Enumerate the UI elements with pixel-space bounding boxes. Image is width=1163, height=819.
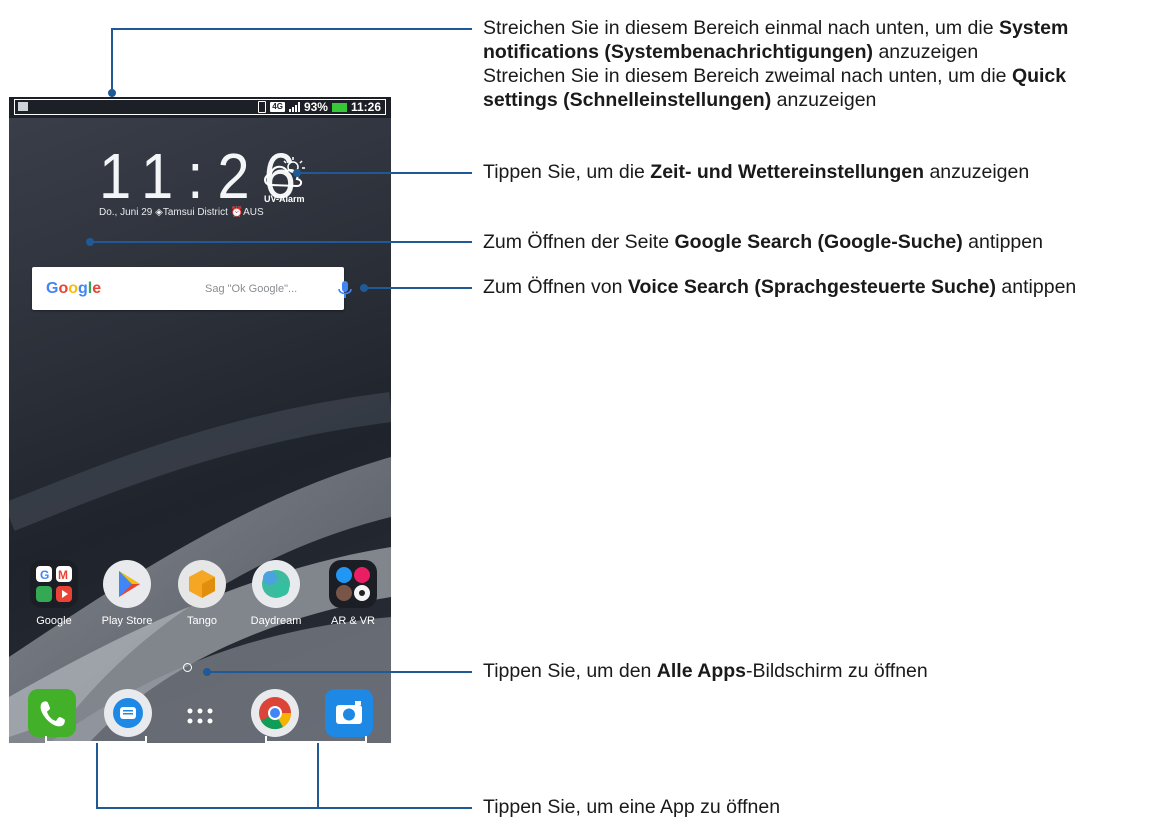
vibrate-icon [258,101,267,113]
phone-home-screen: 4G 93% 11:26 11:26 UV-Alarm Do., Juni 29… [9,97,391,743]
callout-text: Zum Öffnen von [483,276,628,298]
tango-icon [178,560,226,608]
callout-text: Streichen Sie in diesem Bereich zweimal … [483,65,1012,87]
play-store-icon [103,560,151,608]
google-search-bar[interactable]: Google Sag "Ok Google"... [32,267,352,310]
messages-icon[interactable] [104,689,152,737]
callout-google-search: Zum Öffnen der Seite Google Search (Goog… [483,230,1043,254]
callout-voice-search: Zum Öffnen von Voice Search (Sprachgeste… [483,275,1076,299]
app-google-folder[interactable]: G M Google [19,560,89,627]
callout-text: anzuzeigen [873,41,979,63]
callout-bold: Zeit- und Wettereinstellungen [650,161,925,183]
callout-text: Zum Öffnen der Seite [483,231,675,253]
date-location-line: Do., Juni 29 ◈Tamsui District ⏰AUS [99,207,264,218]
phone-icon[interactable] [28,689,76,737]
google-folder-icon: G M [30,560,78,608]
google-logo[interactable]: Google [46,280,101,298]
callout-bold: Alle Apps [656,660,747,682]
callout-text: anzuzeigen [771,89,877,111]
annotated-screenshot: 4G 93% 11:26 11:26 UV-Alarm Do., Juni 29… [0,0,1163,819]
svg-text:M: M [58,568,68,582]
callout-status-bar: Streichen Sie in diesem Bereich einmal n… [483,16,1163,112]
callout-text: anzuzeigen [924,161,1030,183]
callout-open-app: Tippen Sie, um eine App zu öffnen [483,795,780,819]
app-label: AR & VR [330,615,375,627]
callout-bold: Google Search (Google-Suche) [674,231,963,253]
callout-clock: Tippen Sie, um die Zeit- und Wettereinst… [483,160,1029,184]
svg-text:G: G [40,568,49,582]
app-label: Tango [187,615,217,627]
camera-icon[interactable] [325,689,373,737]
callout-bold: Quick [1011,65,1067,87]
callout-text: Tippen Sie, um die [483,161,651,183]
app-play-store[interactable]: Play Store [92,560,162,627]
app-daydream[interactable]: Daydream [241,560,311,627]
mic-icon[interactable] [338,281,352,299]
app-tango[interactable]: Tango [167,560,237,627]
all-apps-icon[interactable] [176,689,224,737]
callout-text: Tippen Sie, um den [483,660,657,682]
location-pin-icon: ◈ [155,207,163,218]
signal-icon [288,102,300,112]
callout-all-apps: Tippen Sie, um den Alle Apps-Bildschirm … [483,659,928,683]
app-label: Play Store [101,615,153,627]
callout-bold: System [998,17,1069,39]
status-time: 11:26 [350,100,381,114]
date-text: Do., Juni 29 [99,207,153,218]
alarm-clock-icon: ⏰ [230,207,244,218]
page-indicator [183,663,192,672]
battery-percent: 93% [303,100,328,114]
weather-label: UV-Alarm [264,194,305,204]
chrome-icon[interactable] [251,689,299,737]
callout-text: -Bildschirm zu öffnen [746,660,928,682]
battery-charging-icon [331,102,347,112]
search-placeholder: Sag "Ok Google"... [205,283,298,295]
callout-text: Tippen Sie, um eine App zu öffnen [483,796,781,818]
app-label: Google [36,615,72,627]
app-label: Daydream [250,615,302,627]
status-bar[interactable]: 4G 93% 11:26 [9,97,391,118]
weather-cloud-sun-icon [264,157,305,188]
alarm-status: AUS [243,207,264,218]
app-ar-vr-folder[interactable]: AR & VR [318,560,388,627]
callout-text: antippen [996,276,1077,298]
image-notification-icon [18,102,28,111]
daydream-icon [252,560,300,608]
location-text: Tamsui District [162,207,228,218]
ar-vr-folder-icon [329,560,377,608]
callout-text: antippen [962,231,1043,253]
callout-bold: Voice Search (Sprachgesteuerte Suche) [627,276,997,298]
callout-text: Streichen Sie in diesem Bereich einmal n… [483,17,999,39]
callout-bold: settings (Schnelleinstellungen) [483,89,772,111]
network-type-icon: 4G [270,102,285,112]
callout-bold: notifications (Systembenachrichtigungen) [483,41,874,63]
